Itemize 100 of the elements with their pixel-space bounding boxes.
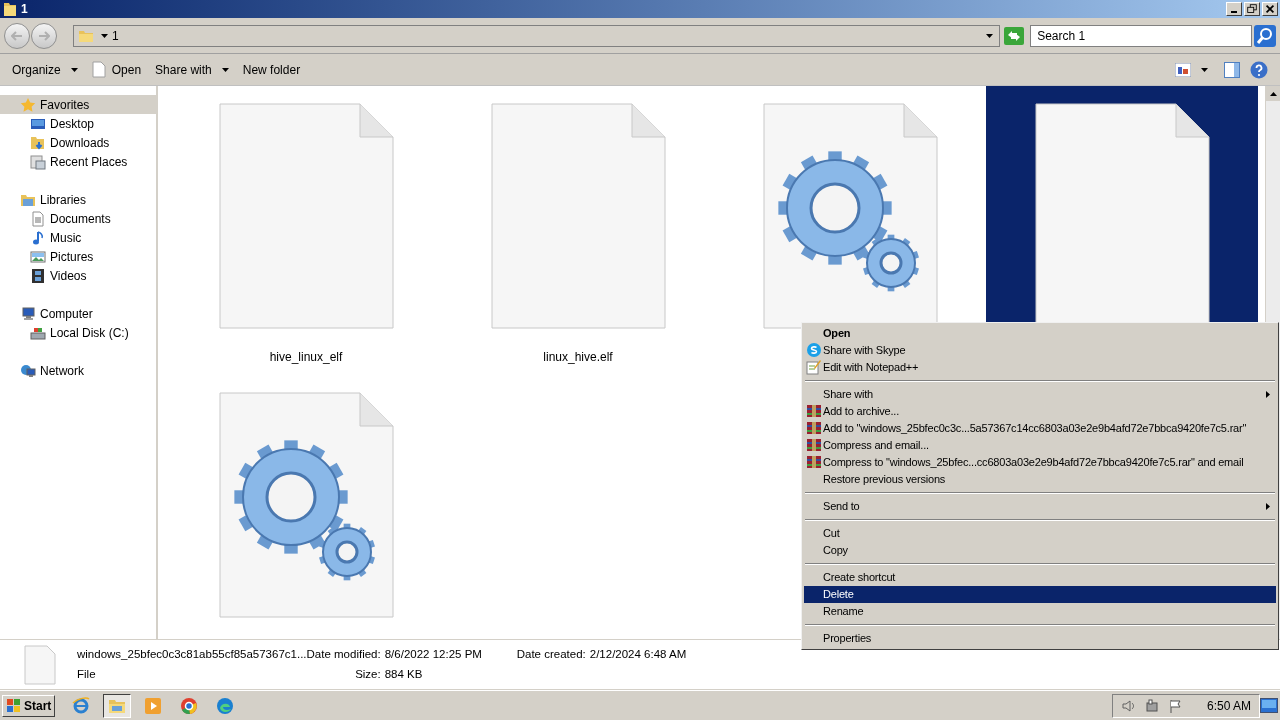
toolbar-button[interactable]: Open [85,57,148,82]
back-button[interactable] [4,22,30,49]
menu-item[interactable]: Properties [804,630,1276,647]
caret-icon [221,67,229,72]
sidebar-item[interactable]: Music [0,228,156,247]
forward-button[interactable] [31,22,57,49]
field-label: Size: [354,666,381,682]
menu-item[interactable]: Edit with Notepad++ [804,359,1276,376]
taskbar-button[interactable] [103,693,132,718]
menu-item[interactable]: Share with Skype [804,342,1276,359]
forward-arrow-icon [37,30,50,41]
field-value: 8/6/2022 12:25 PM [383,647,483,663]
dropdown-caret-icon[interactable] [986,33,994,38]
windows-logo-icon [6,697,22,714]
sidebar-item[interactable]: Local Disk (C:) [0,323,156,342]
network-icon[interactable] [1144,698,1159,713]
toolbar-button[interactable]: New folder [236,57,307,82]
edge-icon [216,696,235,715]
menu-item[interactable]: Share with [804,386,1276,403]
minimize-button[interactable] [1226,2,1242,16]
notepad-icon [806,359,822,375]
minimize-icon [1231,11,1237,13]
sidebar-item[interactable]: Favorites [0,95,156,114]
menu-item[interactable]: Delete [804,586,1276,603]
back-arrow-icon [11,30,23,41]
flag-icon[interactable] [1168,698,1183,713]
sidebar-item[interactable]: Libraries [0,190,156,209]
menu-item[interactable]: Copy [804,542,1276,559]
media-player-icon [144,696,163,715]
close-icon [1263,3,1277,15]
submenu-arrow-icon [1266,503,1270,510]
chrome-icon [180,696,199,715]
show-desktop-icon[interactable] [1260,697,1278,714]
toolbar-button[interactable]: Organize [6,57,84,82]
sidebar-item[interactable]: Network [0,361,156,380]
file-name: linux_hive.elf [543,349,613,366]
search-icon[interactable] [1254,24,1276,47]
menu-item[interactable]: Cut [804,525,1276,542]
file-icon [24,644,56,685]
window-title: 1 [21,1,28,18]
help-icon[interactable] [1250,60,1268,79]
sidebar-item-icon [30,229,46,246]
archive-icon [806,454,822,470]
sidebar-item-icon [30,267,46,284]
sidebar-item[interactable]: Pictures [0,247,156,266]
sidebar-item-icon [30,153,46,170]
field-value: 2/12/2024 6:48 AM [588,647,687,663]
field-label: Date created: [516,647,586,663]
caret-icon[interactable] [1201,67,1208,72]
restore-button[interactable] [1244,2,1260,16]
sidebar-item-icon [20,96,36,113]
menu-item[interactable]: Add to "windows_25bfec0c3c...5a57367c14cc6803a03e2e9b4afd72e7bbca9420fe7c5.rar" [804,420,1276,437]
scroll-up-arrow-icon[interactable] [1270,91,1277,96]
sidebar-item[interactable]: Documents [0,209,156,228]
sidebar-item-icon [20,362,36,379]
search-field[interactable]: Search 1 [1030,24,1252,47]
settings-file-icon[interactable] [762,103,938,330]
start-button[interactable]: Start [2,694,56,717]
menu-item[interactable]: Create shortcut [804,569,1276,586]
settings-file-icon[interactable] [218,392,394,619]
file-name: windows_25bfec0c3c81ab55cf85a57367c1... [77,647,307,663]
sidebar-item-icon [30,210,46,227]
menu-item[interactable]: Add to archive... [804,403,1276,420]
breadcrumb-item[interactable]: 1 [111,26,119,45]
menu-item[interactable]: Open [804,325,1276,342]
close-button[interactable] [1262,2,1278,16]
submenu-arrow-icon [1266,391,1270,398]
sidebar-item[interactable]: Recent Places [0,152,156,171]
menu-item[interactable]: Compress to "windows_25bfec...cc6803a03e2e9b4afd72e7bbca9420fe7c5.rar" and email [804,454,1276,471]
sidebar-item-icon [30,134,46,151]
address-field[interactable]: 1 [72,24,1001,47]
sidebar-item[interactable]: Videos [0,266,156,285]
archive-icon [806,437,822,453]
menu-item[interactable]: Restore previous versions [804,471,1276,488]
field-label: Date modified: [306,647,381,663]
archive-icon [806,420,822,436]
menu-item[interactable]: Rename [804,603,1276,620]
sidebar-item-icon [30,248,46,265]
field-value: 884 KB [383,666,424,682]
toolbar-button[interactable]: Share with [149,57,235,82]
refresh-icon[interactable] [1004,26,1025,45]
sidebar-item-icon [20,305,36,322]
caret-icon [70,67,78,72]
caret-icon[interactable] [100,33,108,38]
restore-icon [1245,3,1259,15]
archive-icon [806,403,822,419]
menu-item[interactable]: Compress and email... [804,437,1276,454]
sidebar-item[interactable]: Desktop [0,114,156,133]
file-type: File [77,666,97,682]
sidebar-item[interactable]: Downloads [0,133,156,152]
views-icon[interactable] [1175,62,1191,77]
clock: 6:50 AM [1206,697,1251,715]
sidebar-item[interactable]: Computer [0,304,156,323]
folder-icon [3,1,17,17]
menu-item[interactable]: Send to [804,498,1276,515]
skype-icon [806,342,822,358]
speaker-icon[interactable] [1120,698,1135,713]
document-icon [91,61,106,78]
browser-icon [72,696,91,715]
preview-pane-icon[interactable] [1224,61,1240,78]
